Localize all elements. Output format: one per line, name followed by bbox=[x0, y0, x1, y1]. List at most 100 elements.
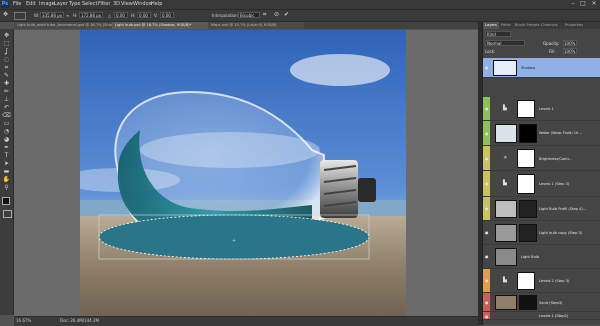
layer-row[interactable]: ● Light Bulb Profil (Step 4)... bbox=[483, 197, 600, 221]
eye-icon[interactable]: ● bbox=[485, 230, 489, 235]
type-icon[interactable]: T bbox=[2, 152, 11, 159]
eye-icon[interactable]: ● bbox=[485, 254, 489, 259]
document-tab-bar: Light bulb_aroid tutor_fenomenal.psd @ 1… bbox=[14, 22, 478, 29]
height-field[interactable]: 172.86 px bbox=[79, 12, 103, 18]
menu-type[interactable]: Type bbox=[69, 1, 80, 7]
healing-icon[interactable]: ✚ bbox=[2, 80, 11, 87]
menu-select[interactable]: Select bbox=[82, 1, 97, 7]
menu-edit[interactable]: Edit bbox=[26, 1, 36, 7]
layer-row[interactable]: ● Light Bulb bbox=[483, 245, 600, 269]
blend-mode-select[interactable]: Normal bbox=[485, 40, 525, 46]
quick-mask-icon[interactable] bbox=[3, 210, 12, 218]
menu-file[interactable]: File bbox=[13, 1, 21, 7]
eraser-icon[interactable]: ⌫ bbox=[2, 112, 11, 119]
layer-row[interactable]: ● Shadow bbox=[483, 58, 600, 78]
shape-icon[interactable]: ▬ bbox=[2, 168, 11, 175]
zoom-level[interactable]: 16.67% bbox=[16, 318, 31, 323]
brush-icon[interactable]: ✏ bbox=[2, 88, 11, 95]
cancel-transform-icon[interactable]: ⊘ bbox=[274, 11, 279, 18]
skew-v-field[interactable]: 0.00 bbox=[160, 12, 174, 18]
eye-icon[interactable]: ● bbox=[485, 314, 489, 319]
zoom-icon[interactable]: ⚲ bbox=[2, 184, 11, 191]
fill-field[interactable]: 100% bbox=[563, 48, 577, 54]
levels-icon: ▙ bbox=[503, 277, 507, 283]
tab-properties[interactable]: Properties bbox=[563, 22, 585, 29]
menu-filter[interactable]: Filter bbox=[98, 1, 110, 7]
eye-icon[interactable]: ● bbox=[485, 300, 489, 305]
menu-view[interactable]: View bbox=[121, 1, 133, 7]
skew-h-field[interactable]: 0.00 bbox=[137, 12, 151, 18]
eye-icon[interactable]: ● bbox=[485, 206, 489, 211]
hand-icon[interactable]: ✋ bbox=[2, 176, 11, 183]
interpolation-label: Interpolation: bbox=[212, 13, 239, 18]
link-icon[interactable]: ∞ bbox=[66, 13, 69, 18]
interpolation-select[interactable]: Bicubic bbox=[238, 12, 260, 18]
layer-name: Light Bulb bbox=[521, 255, 540, 259]
layer-row[interactable]: ● ☀ Brightness/Contr... bbox=[483, 146, 600, 171]
eye-icon[interactable]: ● bbox=[485, 106, 489, 111]
quick-select-icon[interactable]: ◌ bbox=[2, 56, 11, 63]
document-canvas[interactable]: + bbox=[80, 30, 406, 319]
close-button[interactable]: ✕ bbox=[589, 0, 599, 8]
stamp-icon[interactable]: ⊥ bbox=[2, 96, 11, 103]
width-field[interactable]: 335.86 px bbox=[40, 12, 64, 18]
layers-panel: Layers Paths Brush Presets Channels Prop… bbox=[482, 22, 600, 325]
minimize-button[interactable]: – bbox=[568, 0, 578, 8]
layer-row[interactable]: ● Levels 1 (Step2) bbox=[483, 312, 600, 320]
foreground-color-swatch[interactable] bbox=[2, 197, 10, 205]
reference-point-icon[interactable] bbox=[14, 12, 26, 20]
gradient-icon[interactable]: ▭ bbox=[2, 120, 11, 127]
eye-icon[interactable]: ● bbox=[485, 131, 489, 136]
maximize-button[interactable]: □ bbox=[578, 0, 588, 8]
skew-v-label: V: bbox=[154, 13, 158, 18]
menu-3d[interactable]: 3D bbox=[113, 1, 120, 7]
blur-icon[interactable]: ◔ bbox=[2, 128, 11, 135]
layer-mask-thumbnail bbox=[519, 224, 537, 242]
eyedropper-icon[interactable]: ✎ bbox=[2, 72, 11, 79]
doc-tab-1[interactable]: Light bulb_aroid tutor_fenomenal.psd @ 1… bbox=[14, 22, 112, 29]
layer-name: Water (Warp Fluid) 10... bbox=[539, 131, 582, 135]
doc-tab-2[interactable]: Light bulb.psd @ 16.7% (Shadow, RGB/8)* bbox=[112, 22, 208, 29]
layer-filter-kind[interactable]: Kind bbox=[485, 31, 511, 37]
eye-icon[interactable]: ● bbox=[485, 65, 489, 70]
layer-name: Light bulb copy (Step 3) bbox=[539, 231, 583, 235]
layer-name: Levels 1 (Step2) bbox=[539, 314, 569, 318]
tab-layers[interactable]: Layers bbox=[483, 22, 499, 29]
layer-row[interactable]: ● Water (Warp Fluid) 10... bbox=[483, 121, 600, 146]
dodge-icon[interactable]: ◕ bbox=[2, 136, 11, 143]
angle-field[interactable]: 0.00 bbox=[114, 12, 128, 18]
crop-icon[interactable]: ⌗ bbox=[2, 64, 11, 71]
layer-name: Brightness/Contr... bbox=[539, 157, 573, 161]
pen-icon[interactable]: ✒ bbox=[2, 144, 11, 151]
layer-row[interactable]: ● Sand (Step3) bbox=[483, 293, 600, 312]
tab-channels[interactable]: Channels bbox=[539, 22, 560, 29]
marquee-icon[interactable]: ⬚ bbox=[2, 40, 11, 47]
tab-paths[interactable]: Paths bbox=[499, 22, 513, 29]
menu-window[interactable]: Window bbox=[133, 1, 153, 7]
move-icon[interactable]: ✥ bbox=[2, 32, 11, 39]
transform-tool-icon[interactable]: ✥ bbox=[3, 11, 8, 18]
eye-icon[interactable]: ● bbox=[485, 181, 489, 186]
menu-image[interactable]: Image bbox=[39, 1, 55, 7]
path-select-icon[interactable]: ➤ bbox=[2, 160, 11, 167]
warp-mode-icon[interactable]: ⌗ bbox=[263, 11, 266, 19]
commit-transform-icon[interactable]: ✔ bbox=[284, 11, 289, 18]
menu-layer[interactable]: Layer bbox=[54, 1, 68, 7]
opacity-field[interactable]: 100% bbox=[563, 40, 577, 46]
lasso-icon[interactable]: ʆ bbox=[2, 48, 11, 55]
layer-name: Levels 1 (Step 3) bbox=[539, 182, 570, 186]
doc-tab-3[interactable]: Maps and @ 15.7% (Layer 6, RGB/8) bbox=[208, 22, 304, 29]
eye-icon[interactable]: ● bbox=[485, 278, 489, 283]
layer-row[interactable]: ● ▙ Levels 1 (Step 3) bbox=[483, 171, 600, 197]
layer-row[interactable]: ● Light bulb copy (Step 3) bbox=[483, 221, 600, 245]
options-bar: ✥ W: 335.86 px ∞ H: 172.86 px △ 0.00 H: … bbox=[0, 10, 600, 22]
layer-mask-thumbnail bbox=[517, 272, 535, 290]
history-brush-icon[interactable]: ↶ bbox=[2, 104, 11, 111]
menu-help[interactable]: Help bbox=[151, 1, 162, 7]
tools-panel: ✥ ⬚ ʆ ◌ ⌗ ✎ ✚ ✏ ⊥ ↶ ⌫ ▭ ◔ ◕ ✒ T ➤ ▬ ✋ ⚲ bbox=[0, 29, 14, 315]
layer-row[interactable]: ● ▙ Levels 1 bbox=[483, 97, 600, 121]
layer-thumbnail bbox=[495, 295, 517, 310]
layer-row[interactable]: ● ▙ Levels 2 (Step 3) bbox=[483, 269, 600, 293]
tab-brush-presets[interactable]: Brush Presets bbox=[513, 22, 542, 29]
eye-icon[interactable]: ● bbox=[485, 156, 489, 161]
